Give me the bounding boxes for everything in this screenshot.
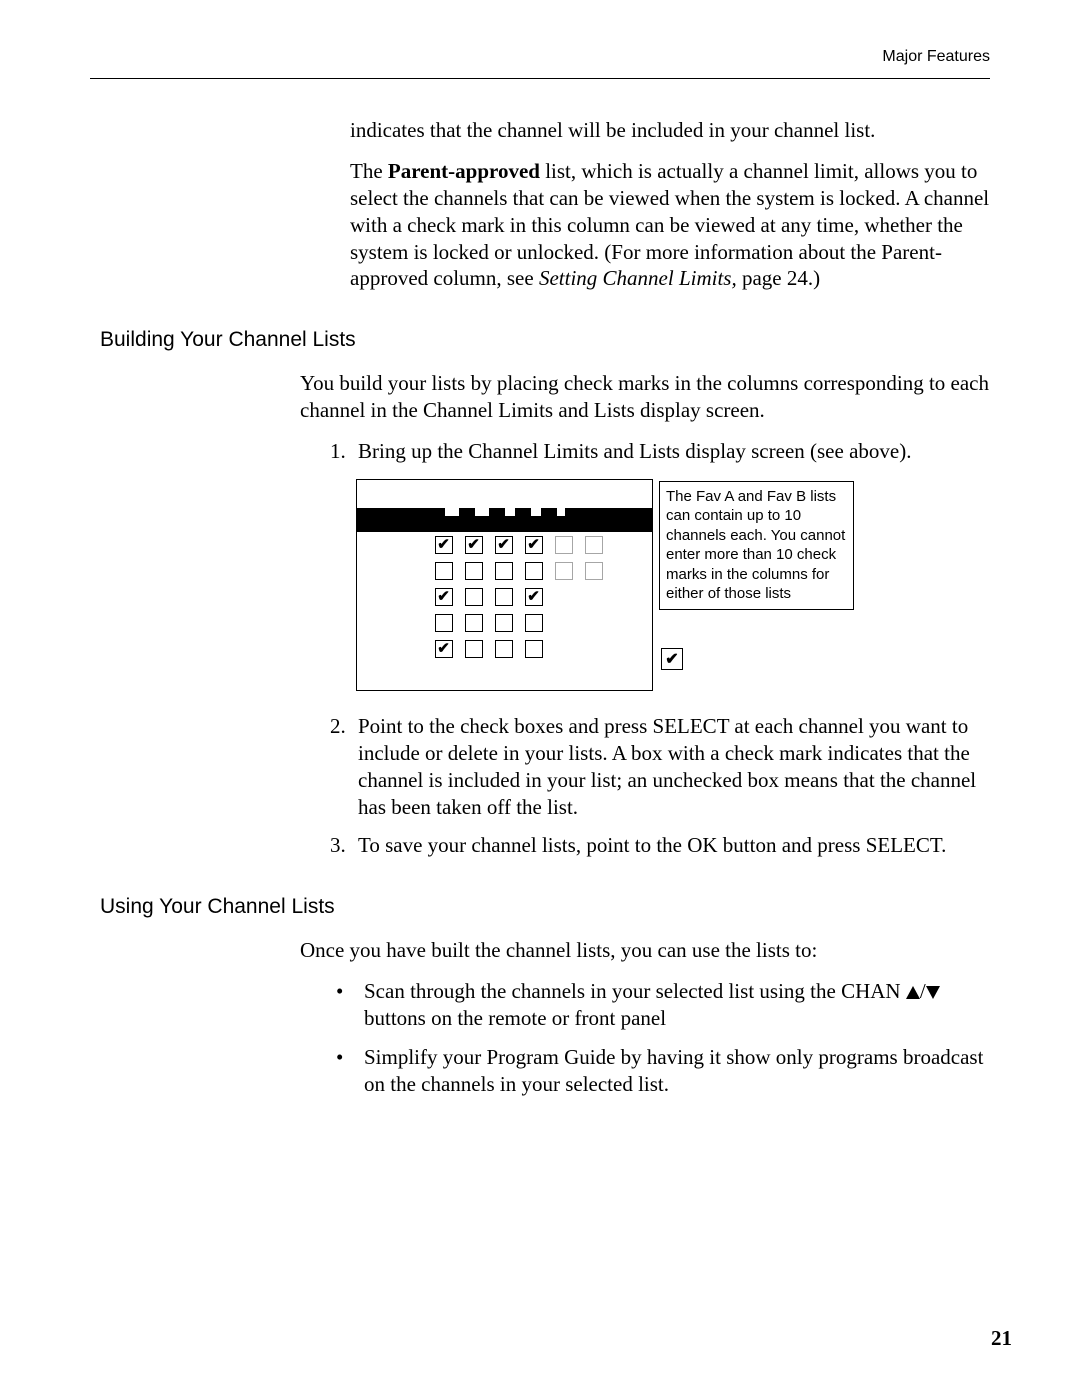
paragraph: The Parent-approved list, which is actua… [350, 158, 990, 292]
list-number: 2. [330, 713, 358, 821]
column-label-icon [445, 502, 459, 530]
checkbox-icon [435, 640, 453, 658]
checkbox-icon [465, 614, 483, 632]
bullet-icon: • [336, 978, 364, 1032]
checkbox-icon [585, 640, 603, 658]
list-number: 3. [330, 832, 358, 859]
list-text: To save your channel lists, point to the… [358, 832, 946, 859]
callout-check-icon [661, 648, 683, 670]
checkbox-icon [525, 562, 543, 580]
text-run: Scan through the channels in your select… [364, 979, 906, 1003]
figure-callout-column: The Fav A and Fav B lists can contain up… [659, 479, 854, 691]
ordered-list-item: 3. To save your channel lists, point to … [330, 832, 990, 859]
section-body: Once you have built the channel lists, y… [300, 937, 990, 1097]
checkbox-icon [585, 562, 603, 580]
paragraph: indicates that the channel will be inclu… [350, 117, 990, 144]
screen-row [357, 610, 652, 636]
column-label-icon [531, 502, 541, 530]
callout-text-box: The Fav A and Fav B lists can contain up… [659, 481, 854, 610]
column-label-icon [505, 502, 515, 530]
screen-column-head [357, 508, 652, 532]
checkbox-icon [585, 536, 603, 554]
running-head: Major Features [90, 48, 990, 79]
screen-row [357, 558, 652, 584]
checkbox-icon [555, 588, 573, 606]
checkbox-icon [495, 640, 513, 658]
body-continuation: indicates that the channel will be inclu… [350, 117, 990, 292]
bullet-list-item: • Scan through the channels in your sele… [336, 978, 990, 1032]
list-text: Simplify your Program Guide by having it… [364, 1044, 990, 1098]
checkbox-icon [495, 536, 513, 554]
checkbox-icon [465, 562, 483, 580]
screen-capture [356, 479, 653, 691]
ordered-list-item: 2. Point to the check boxes and press SE… [330, 713, 990, 821]
screen-footer [357, 662, 652, 690]
checkbox-icon [525, 536, 543, 554]
bullet-list-item: • Simplify your Program Guide by having … [336, 1044, 990, 1098]
checkbox-icon [465, 536, 483, 554]
section-body: You build your lists by placing check ma… [300, 370, 990, 859]
checkbox-icon [555, 536, 573, 554]
checkbox-icon [525, 614, 543, 632]
chan-up-icon [906, 986, 920, 999]
list-text: Scan through the channels in your select… [364, 978, 990, 1032]
page-number: 21 [991, 1326, 1012, 1351]
checkbox-icon [555, 640, 573, 658]
screen-row [357, 532, 652, 558]
list-number: 1. [330, 438, 358, 465]
text-run: page 24.) [737, 266, 820, 290]
list-text: Bring up the Channel Limits and Lists di… [358, 438, 911, 465]
screen-rows [357, 532, 652, 662]
checkbox-icon [495, 562, 513, 580]
list-text: Point to the check boxes and press SELEC… [358, 713, 990, 821]
text-run: buttons on the remote or front panel [364, 1006, 666, 1030]
figure: The Fav A and Fav B lists can contain up… [356, 479, 990, 691]
checkbox-icon [585, 614, 603, 632]
text-run: The [350, 159, 388, 183]
chan-down-icon [926, 986, 940, 999]
checkbox-icon [525, 640, 543, 658]
checkbox-icon [525, 588, 543, 606]
ordered-list-item: 1. Bring up the Channel Limits and Lists… [330, 438, 990, 465]
checkbox-icon [555, 562, 573, 580]
checkbox-icon [435, 588, 453, 606]
checkbox-icon [435, 536, 453, 554]
document-page: Major Features indicates that the channe… [0, 0, 1080, 1397]
column-label-icon [557, 502, 565, 530]
checkbox-icon [465, 640, 483, 658]
paragraph: Once you have built the channel lists, y… [300, 937, 990, 964]
section-heading: Building Your Channel Lists [100, 328, 990, 352]
column-label-icon [475, 502, 489, 530]
paragraph: You build your lists by placing check ma… [300, 370, 990, 424]
screen-row [357, 636, 652, 662]
checkbox-icon [585, 588, 603, 606]
section-heading: Using Your Channel Lists [100, 895, 990, 919]
checkbox-icon [465, 588, 483, 606]
screen-row [357, 584, 652, 610]
checkbox-icon [435, 614, 453, 632]
checkbox-icon [495, 588, 513, 606]
bullet-icon: • [336, 1044, 364, 1098]
checkbox-icon [555, 614, 573, 632]
text-bold: Parent-approved [388, 159, 540, 183]
text-italic: Setting Channel Limits, [539, 266, 737, 290]
checkbox-icon [435, 562, 453, 580]
checkbox-icon [495, 614, 513, 632]
